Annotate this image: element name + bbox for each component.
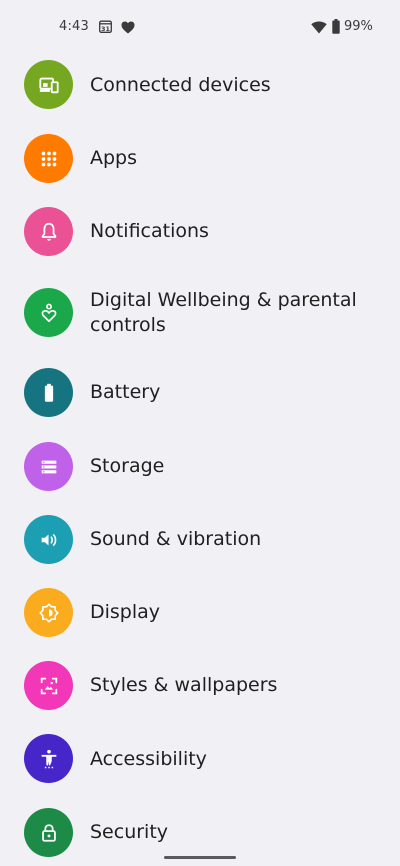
settings-item-notifications[interactable]: Notifications [0, 196, 400, 266]
battery-icon [24, 368, 73, 417]
settings-item-label: Notifications [90, 220, 209, 242]
calendar-day: 31 [101, 25, 110, 33]
battery-percent: 99% [344, 19, 373, 34]
settings-item-connected-devices[interactable]: Connected devices [0, 49, 400, 119]
settings-item-label: Battery [90, 381, 161, 403]
settings-item-label: Display [90, 601, 161, 623]
settings-item-label: Apps [90, 147, 138, 169]
settings-item-label: Sound & vibration [90, 528, 262, 550]
heart-icon [121, 21, 135, 34]
wifi-icon [311, 21, 327, 34]
settings-item-display[interactable]: Display [0, 576, 400, 646]
volume-icon [24, 515, 73, 564]
battery-status-icon [332, 19, 340, 34]
settings-item-label: Digital Wellbeing & parental controls [90, 289, 357, 336]
brightness-icon [24, 588, 73, 637]
settings-item-battery[interactable]: Battery [0, 357, 400, 427]
settings-item-digital-wellbeing[interactable]: Digital Wellbeing & parental controls [0, 273, 400, 343]
accessibility-icon [24, 734, 73, 783]
settings-item-label: Connected devices [90, 74, 271, 96]
settings-item-label: Accessibility [90, 748, 207, 770]
settings-item-label: Security [90, 821, 169, 843]
settings-item-label: Storage [90, 455, 165, 477]
settings-item-apps[interactable]: Apps [0, 122, 400, 192]
wallpaper-icon [24, 661, 73, 710]
apps-grid-icon [24, 134, 73, 183]
settings-item-accessibility[interactable]: Accessibility [0, 723, 400, 793]
status-time: 4:43 [59, 19, 89, 34]
devices-icon [24, 60, 73, 109]
settings-item-label: Styles & wallpapers [90, 674, 278, 696]
lock-icon [24, 808, 73, 857]
settings-item-storage[interactable]: Storage [0, 430, 400, 500]
settings-item-styles-wallpapers[interactable]: Styles & wallpapers [0, 650, 400, 720]
settings-item-sound-vibration[interactable]: Sound & vibration [0, 503, 400, 573]
gesture-nav-handle[interactable] [164, 856, 236, 859]
status-bar: 4:43 31 99% [0, 0, 400, 56]
wellbeing-icon [24, 288, 73, 337]
storage-icon [24, 442, 73, 491]
calendar-icon: 31 [99, 20, 112, 33]
bell-icon [24, 207, 73, 256]
